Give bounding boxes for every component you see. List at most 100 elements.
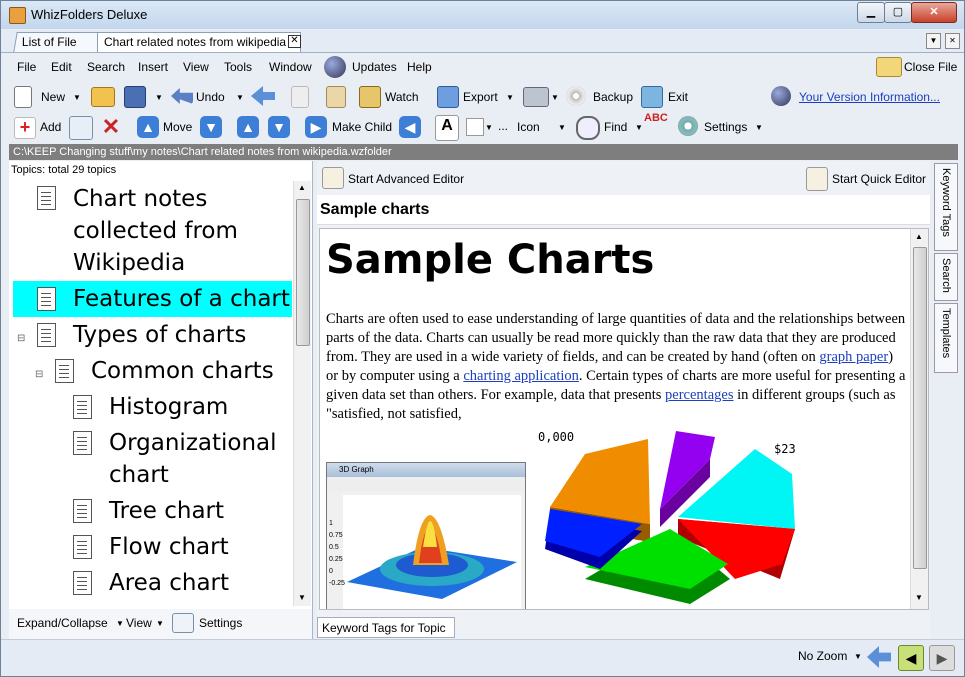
start-quick-editor-button[interactable]: Start Quick Editor [832, 172, 926, 186]
tab-keyword-tags[interactable]: Keyword Tags [934, 163, 958, 251]
maximize-button[interactable]: ▢ [884, 2, 912, 23]
undo-button[interactable]: Undo [196, 90, 225, 104]
find-dropdown-icon[interactable]: ▼ [635, 123, 643, 132]
topics-scroll-thumb[interactable] [296, 199, 310, 346]
topic-types-of-charts[interactable]: Types of charts [73, 319, 246, 351]
save-icon[interactable] [124, 86, 146, 108]
scroll-down-icon[interactable]: ▼ [298, 593, 306, 602]
menu-updates[interactable]: Updates [352, 60, 397, 74]
more-button[interactable]: ... [498, 119, 508, 133]
menu-search[interactable]: Search [87, 60, 125, 74]
topics-scrollbar[interactable]: ▲ ▼ [293, 181, 311, 606]
menu-tools[interactable]: Tools [224, 60, 252, 74]
tab-close-icon[interactable]: ✕ [945, 33, 960, 49]
save-dropdown-icon[interactable]: ▼ [155, 93, 163, 102]
tab-dropdown-icon[interactable]: ▼ [926, 33, 941, 49]
move-left-icon[interactable]: ◀ [399, 116, 421, 138]
close-file-button[interactable]: Close File [904, 60, 957, 74]
tab-search[interactable]: Search [934, 253, 958, 301]
new-dropdown-icon[interactable]: ▼ [73, 93, 81, 102]
version-info-link[interactable]: Your Version Information... [799, 90, 940, 104]
next-icon[interactable]: ▶ [929, 645, 955, 671]
topic-chart-notes[interactable]: Chart notes collected from Wikipedia [73, 183, 238, 279]
topic-area-chart[interactable]: Area chart [109, 567, 229, 599]
scroll-up-icon[interactable]: ▲ [298, 183, 306, 192]
topic-common-charts[interactable]: Common charts [91, 355, 274, 387]
start-advanced-editor-button[interactable]: Start Advanced Editor [348, 172, 464, 186]
open-folder-icon[interactable] [91, 87, 115, 107]
close-button[interactable]: ✕ [911, 2, 957, 23]
undo-dropdown-icon[interactable]: ▼ [236, 93, 244, 102]
zoom-dropdown-icon[interactable]: ▼ [854, 652, 862, 661]
delete-icon[interactable]: ✕ [101, 116, 121, 138]
move-bottom-icon[interactable]: ▼ [268, 116, 290, 138]
view-dropdown-icon[interactable]: ▼ [156, 619, 164, 628]
settings-dropdown-icon[interactable]: ▼ [755, 123, 763, 132]
menu-help[interactable]: Help [407, 60, 432, 74]
topics-settings-button[interactable]: Settings [199, 616, 242, 630]
quick-editor-icon [806, 167, 828, 191]
move-down-icon[interactable]: ▼ [200, 116, 222, 138]
topic-flow-chart[interactable]: Flow chart [109, 531, 229, 563]
tab-chart-notes[interactable]: Chart related notes from wikipedia [97, 32, 301, 52]
scroll-up-icon[interactable]: ▲ [915, 232, 923, 241]
keyword-tags-for-topic-tab[interactable]: Keyword Tags for Topic [317, 617, 455, 638]
background-color-swatch[interactable] [466, 118, 484, 136]
prev-icon[interactable]: ◀ [898, 645, 924, 671]
expand-dropdown-icon[interactable]: ▼ [116, 619, 124, 628]
topic-doc-icon [73, 431, 92, 455]
close-tab-icon[interactable]: ✕ [288, 35, 301, 48]
back-icon[interactable] [867, 646, 891, 668]
zoom-select[interactable]: No Zoom [798, 649, 847, 663]
topic-features-of-a-chart[interactable]: Features of a chart [73, 283, 290, 315]
svg-text:-0.25: -0.25 [329, 580, 345, 587]
collapse-toggle-icon[interactable]: ⊟ [35, 369, 43, 380]
exit-button[interactable]: Exit [668, 90, 688, 104]
spell-check-icon[interactable]: ABC [644, 112, 668, 138]
move-up-icon[interactable]: ▲ [137, 116, 159, 138]
tab-list-of-files[interactable]: List of File [13, 32, 103, 52]
print-dropdown-icon[interactable]: ▼ [551, 93, 559, 102]
back-arrow-icon[interactable] [251, 86, 275, 106]
expand-collapse-button[interactable]: Expand/Collapse [17, 616, 108, 630]
charting-application-link[interactable]: charting application [463, 368, 579, 384]
icon-select[interactable]: Icon [517, 120, 540, 134]
menu-file[interactable]: File [17, 60, 36, 74]
topic-tree-chart[interactable]: Tree chart [109, 495, 224, 527]
backup-button[interactable]: Backup [593, 90, 633, 104]
add-button[interactable]: Add [40, 120, 61, 134]
watch-button[interactable]: Watch [385, 90, 419, 104]
move-top-icon[interactable]: ▲ [237, 116, 259, 138]
view-button[interactable]: View [126, 616, 152, 630]
menu-view[interactable]: View [183, 60, 209, 74]
icon-dropdown-icon[interactable]: ▼ [558, 123, 566, 132]
paste-icon[interactable] [326, 86, 346, 108]
percentages-link[interactable]: percentages [665, 387, 733, 403]
collapse-toggle-icon[interactable]: ⊟ [17, 333, 25, 344]
copy-icon[interactable] [291, 86, 309, 108]
svg-text:0: 0 [329, 568, 333, 575]
undo-icon[interactable] [171, 88, 193, 104]
settings-button[interactable]: Settings [704, 120, 747, 134]
find-button[interactable]: Find [604, 120, 627, 134]
scroll-down-icon[interactable]: ▼ [915, 593, 923, 602]
menu-insert[interactable]: Insert [138, 60, 168, 74]
topic-organizational-chart[interactable]: Organizational chart [109, 427, 277, 491]
graph-paper-link[interactable]: graph paper [819, 349, 888, 365]
content-scroll-thumb[interactable] [913, 247, 927, 569]
tab-templates[interactable]: Templates [934, 303, 958, 373]
note-content[interactable]: Sample Charts Charts are often used to e… [319, 228, 929, 610]
minimize-button[interactable]: ▁ [857, 2, 885, 23]
topic-histogram[interactable]: Histogram [109, 391, 228, 423]
new-button[interactable]: New [41, 90, 65, 104]
add-child-icon[interactable] [69, 116, 93, 140]
print-icon[interactable] [523, 87, 549, 107]
content-scrollbar[interactable]: ▲ ▼ [910, 229, 928, 609]
menu-window[interactable]: Window [269, 60, 312, 74]
make-child-button[interactable]: Make Child [332, 120, 392, 134]
export-button[interactable]: Export [463, 90, 498, 104]
export-dropdown-icon[interactable]: ▼ [506, 93, 514, 102]
menu-edit[interactable]: Edit [51, 60, 72, 74]
color-dropdown-icon[interactable]: ▼ [485, 123, 493, 132]
text-color-icon[interactable]: A [435, 115, 459, 141]
